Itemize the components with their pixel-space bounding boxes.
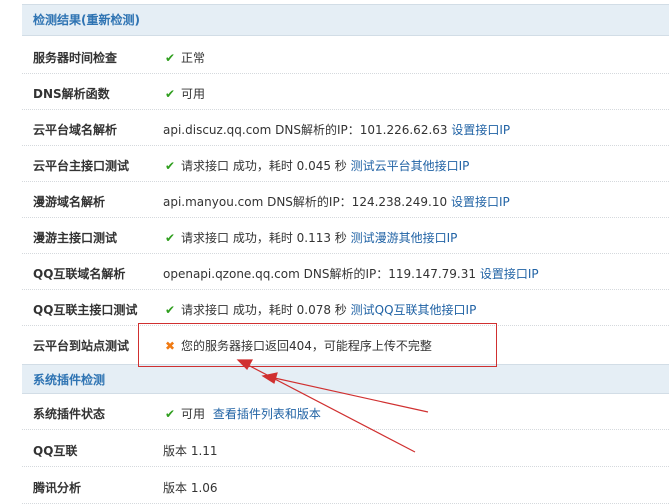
check-icon: ✔ (164, 303, 176, 317)
check-icon: ✔ (164, 231, 176, 245)
label-cloud-api: 云平台主接口测试 (33, 159, 130, 173)
value-manyou-api: ✔ 请求接口 成功，耗时 0.113 秒 测试漫游其他接口IP (163, 229, 457, 246)
test-qq-other-ip-link[interactable]: 测试QQ互联其他接口IP (351, 303, 477, 317)
row-manyou-api: 漫游主接口测试 ✔ 请求接口 成功，耗时 0.113 秒 测试漫游其他接口IP (22, 218, 669, 254)
label-cloud-to-site: 云平台到站点测试 (33, 339, 130, 353)
label-dns-function: DNS解析函数 (33, 87, 110, 101)
set-api-ip-link[interactable]: 设置接口IP (480, 267, 539, 281)
dns-result-text: api.discuz.qq.com DNS解析的IP：101.226.62.63 (163, 123, 448, 137)
label-qq-dns: QQ互联域名解析 (33, 267, 126, 281)
row-cloud-api: 云平台主接口测试 ✔ 请求接口 成功，耗时 0.045 秒 测试云平台其他接口IP (22, 146, 669, 182)
label-plugin-status: 系统插件状态 (33, 407, 106, 421)
api-result-text: 请求接口 成功，耗时 0.113 秒 (181, 231, 347, 245)
check-icon: ✔ (164, 159, 176, 173)
view-plugin-list-link[interactable]: 查看插件列表和版本 (213, 407, 321, 421)
section-title-detect-results[interactable]: 检测结果(重新检测) (33, 11, 140, 28)
test-manyou-other-ip-link[interactable]: 测试漫游其他接口IP (351, 231, 458, 245)
api-result-text: 请求接口 成功，耗时 0.078 秒 (181, 303, 347, 317)
row-qq-connect: QQ互联 版本 1.11 (22, 431, 669, 467)
section-header-detect-results: 检测结果(重新检测) (22, 4, 669, 36)
value-qq-dns: openapi.qzone.qq.com DNS解析的IP：119.147.79… (163, 265, 539, 282)
row-tencent-analytics: 腾讯分析 版本 1.06 (22, 468, 669, 504)
test-cloud-other-ip-link[interactable]: 测试云平台其他接口IP (351, 159, 470, 173)
value-qq-connect: 版本 1.11 (163, 444, 218, 458)
label-qq-api: QQ互联主接口测试 (33, 303, 138, 317)
label-server-time: 服务器时间检查 (33, 51, 118, 65)
value-tencent-analytics: 版本 1.06 (163, 481, 218, 495)
check-icon: ✔ (164, 51, 176, 65)
value-cloud-api: ✔ 请求接口 成功，耗时 0.045 秒 测试云平台其他接口IP (163, 157, 469, 174)
label-manyou-dns: 漫游域名解析 (33, 195, 106, 209)
set-api-ip-link[interactable]: 设置接口IP (451, 195, 510, 209)
check-icon: ✔ (164, 87, 176, 101)
value-plugin-status: ✔ 可用 查看插件列表和版本 (163, 405, 321, 422)
status-text: 可用 (181, 87, 206, 101)
row-qq-api: QQ互联主接口测试 ✔ 请求接口 成功，耗时 0.078 秒 测试QQ互联其他接口… (22, 290, 669, 326)
page: 检测结果(重新检测) 服务器时间检查 ✔ 正常 DNS解析函数 ✔ 可用 云平台域名… (0, 0, 669, 504)
row-cloud-dns: 云平台域名解析 api.discuz.qq.com DNS解析的IP：101.2… (22, 110, 669, 146)
section-title-plugin-check: 系统插件检测 (33, 373, 106, 387)
row-plugin-status: 系统插件状态 ✔ 可用 查看插件列表和版本 (22, 394, 669, 430)
row-manyou-dns: 漫游域名解析 api.manyou.com DNS解析的IP：124.238.2… (22, 182, 669, 218)
row-server-time: 服务器时间检查 ✔ 正常 (22, 38, 669, 74)
dns-result-text: api.manyou.com DNS解析的IP：124.238.249.10 (163, 195, 448, 209)
set-api-ip-link[interactable]: 设置接口IP (451, 123, 510, 137)
label-cloud-dns: 云平台域名解析 (33, 123, 118, 137)
section-header-plugin-check: 系统插件检测 (22, 364, 669, 394)
value-qq-api: ✔ 请求接口 成功，耗时 0.078 秒 测试QQ互联其他接口IP (163, 301, 476, 318)
annotation-highlight-box (138, 323, 497, 367)
value-manyou-dns: api.manyou.com DNS解析的IP：124.238.249.10 设… (163, 193, 510, 210)
status-text: 可用 (181, 407, 206, 421)
value-server-time: ✔ 正常 (163, 49, 205, 66)
value-dns-function: ✔ 可用 (163, 85, 205, 102)
api-result-text: 请求接口 成功，耗时 0.045 秒 (181, 159, 347, 173)
value-cloud-dns: api.discuz.qq.com DNS解析的IP：101.226.62.63… (163, 121, 510, 138)
label-manyou-api: 漫游主接口测试 (33, 231, 118, 245)
row-dns-function: DNS解析函数 ✔ 可用 (22, 74, 669, 110)
status-text: 正常 (181, 51, 206, 65)
dns-result-text: openapi.qzone.qq.com DNS解析的IP：119.147.79… (163, 267, 477, 281)
label-tencent-analytics: 腾讯分析 (33, 481, 82, 495)
check-icon: ✔ (164, 407, 176, 421)
label-qq-connect: QQ互联 (33, 444, 78, 458)
row-qq-dns: QQ互联域名解析 openapi.qzone.qq.com DNS解析的IP：1… (22, 254, 669, 290)
